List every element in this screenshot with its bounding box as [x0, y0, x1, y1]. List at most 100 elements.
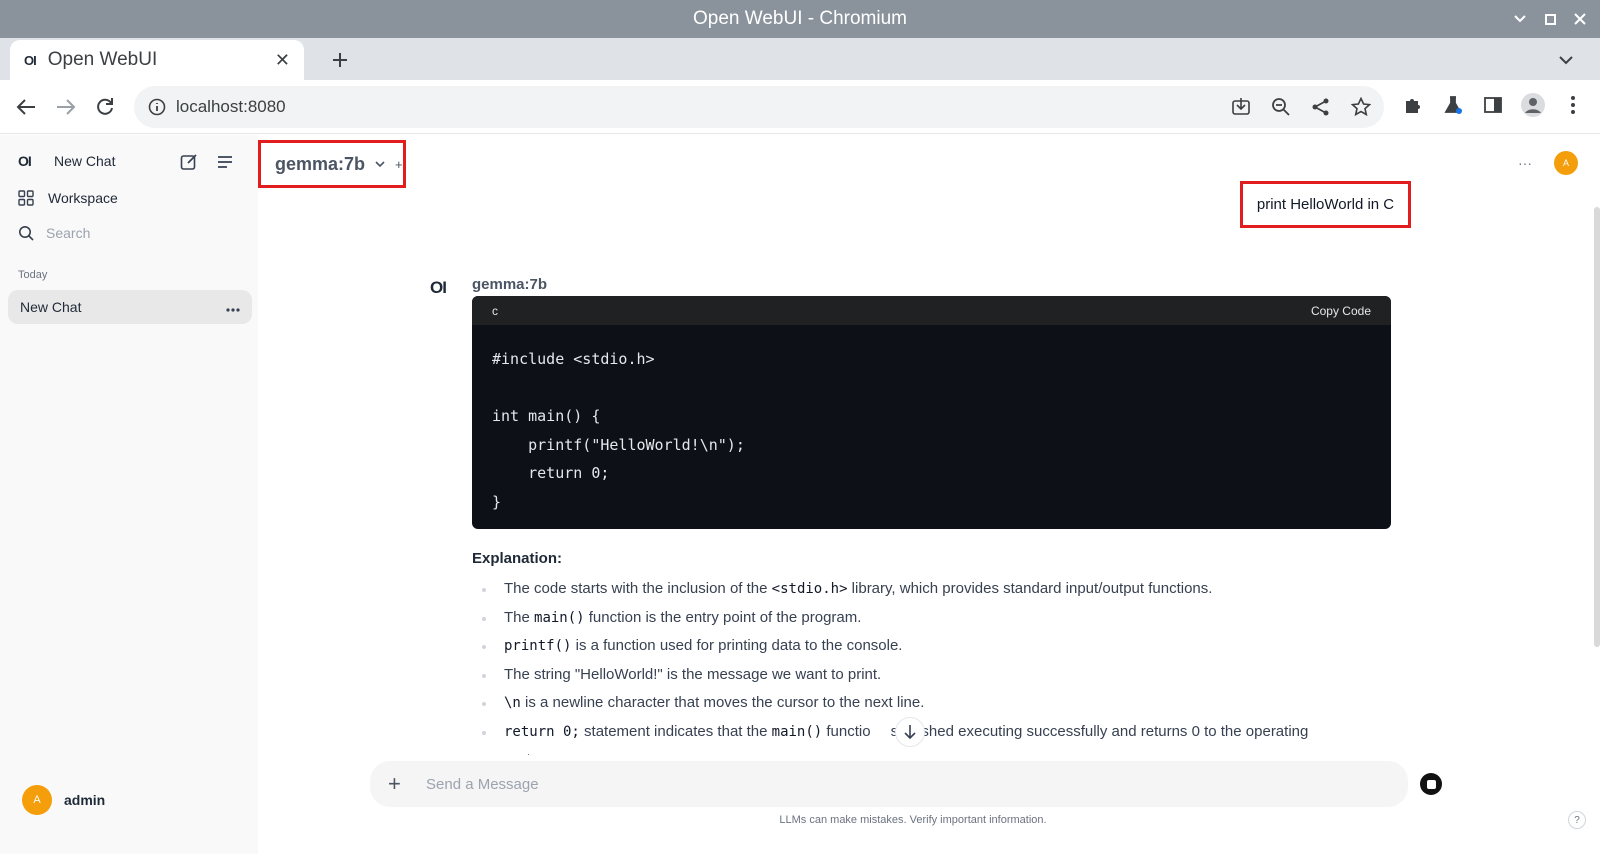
- attach-plus-icon[interactable]: +: [388, 771, 412, 797]
- inline-code: main(): [534, 609, 585, 626]
- inline-code: return 0;: [504, 723, 580, 740]
- more-options-icon[interactable]: ···: [1518, 155, 1532, 171]
- code-header: c Copy Code: [472, 296, 1391, 325]
- model-name: gemma:7b: [275, 153, 366, 174]
- close-window-icon[interactable]: [1572, 11, 1588, 27]
- minimize-icon[interactable]: [1512, 11, 1528, 27]
- user-message-text: print HelloWorld in C: [1256, 196, 1395, 213]
- arrow-down-icon: [904, 725, 916, 740]
- copy-code-button[interactable]: Copy Code: [1311, 304, 1371, 318]
- sidebar-new-chat[interactable]: OI New Chat: [18, 153, 115, 169]
- tab-title: Open WebUI: [47, 49, 158, 70]
- compose-icon[interactable]: [180, 153, 198, 176]
- chevron-down-icon: [375, 160, 385, 167]
- user-message: print HelloWorld in C: [1240, 181, 1411, 228]
- info-icon[interactable]: [148, 98, 166, 116]
- sidebar-search[interactable]: Search: [18, 225, 90, 241]
- user-name: admin: [64, 792, 106, 808]
- menu-toggle-icon[interactable]: [216, 153, 234, 176]
- explanation-heading: Explanation:: [472, 550, 563, 567]
- tab-search-button[interactable]: [1554, 48, 1578, 72]
- sidebar-actions: [180, 153, 234, 176]
- bullet-text: function is the entry point of the progr…: [584, 608, 862, 626]
- share-icon[interactable]: [1308, 94, 1334, 120]
- bullet-text: s finished executing successfully and re…: [890, 722, 1309, 740]
- new-chat-label: New Chat: [54, 153, 116, 169]
- search-input[interactable]: Search: [46, 225, 90, 241]
- kebab-menu-icon[interactable]: [1560, 92, 1586, 118]
- inline-code: <stdio.h>: [771, 581, 848, 597]
- chat-options-icon[interactable]: [226, 299, 240, 315]
- bullet-text: is a function used for printing data to …: [571, 637, 903, 654]
- list-item: The main() function is the entry point o…: [472, 604, 1402, 633]
- assistant-name: gemma:7b: [472, 276, 548, 293]
- user-avatar: A: [22, 785, 52, 815]
- section-today-label: Today: [18, 269, 48, 281]
- add-model-button[interactable]: +: [395, 157, 403, 172]
- header-avatar[interactable]: A: [1554, 151, 1578, 175]
- assistant-logo-icon: OI: [430, 278, 447, 297]
- code-language: c: [492, 303, 498, 318]
- chat-list-item[interactable]: New Chat: [8, 290, 252, 324]
- plus-icon: [333, 53, 347, 67]
- message-input[interactable]: [426, 775, 1326, 793]
- browser-toolbar: localhost:8080: [0, 80, 1600, 134]
- chevron-down-icon: [1559, 55, 1573, 64]
- chat-main: gemma:7b + ··· A print HelloWorld in C O…: [258, 135, 1600, 854]
- search-icon: [19, 226, 34, 241]
- inline-code: main(): [771, 723, 823, 740]
- extension-icons: [1400, 92, 1586, 118]
- stop-icon: [1426, 779, 1436, 789]
- omnibox-actions: [1228, 86, 1374, 128]
- message-composer: +: [370, 761, 1408, 807]
- sidebar-item-workspace[interactable]: Workspace: [18, 190, 118, 206]
- scroll-to-bottom-button[interactable]: [895, 717, 925, 747]
- bookmark-star-icon[interactable]: [1348, 94, 1374, 120]
- help-button[interactable]: ?: [1568, 811, 1586, 829]
- tab-favicon-icon: OI: [24, 52, 37, 68]
- new-tab-button[interactable]: [326, 46, 354, 74]
- list-item: The string "HelloWorld!" is the message …: [472, 661, 1402, 690]
- inline-code: \n: [504, 695, 521, 711]
- code-content: #include <stdio.h> int main() { printf("…: [492, 350, 745, 511]
- chat-title: New Chat: [20, 299, 82, 315]
- explanation-list: The code starts with the inclusion of th…: [472, 575, 1402, 774]
- browser-tab[interactable]: OI Open WebUI ✕: [10, 40, 304, 80]
- list-item: \n is a newline character that moves the…: [472, 689, 1402, 718]
- window-controls: [1512, 0, 1588, 38]
- header-actions: ··· A: [1518, 151, 1578, 175]
- back-button[interactable]: [12, 93, 40, 121]
- bullet-text: statement indicates that the: [579, 722, 772, 740]
- url-text[interactable]: localhost:8080: [176, 97, 286, 117]
- chat-scrollbar[interactable]: [1594, 207, 1600, 647]
- list-item: The code starts with the inclusion of th…: [472, 575, 1402, 604]
- bullet-text: functio: [822, 722, 871, 740]
- bullet-text: The string "HelloWorld!" is the message …: [504, 665, 882, 683]
- bullet-text: is a newline character that moves the cu…: [520, 694, 925, 711]
- tab-close-icon[interactable]: ✕: [275, 50, 290, 71]
- arrow-left-icon: [16, 99, 35, 115]
- disclaimer-text: LLMs can make mistakes. Verify important…: [779, 814, 1047, 826]
- zoom-out-icon[interactable]: [1268, 94, 1294, 120]
- reload-button[interactable]: [91, 93, 119, 121]
- profile-icon[interactable]: [1520, 92, 1546, 118]
- forward-button[interactable]: [52, 93, 80, 121]
- reload-icon: [97, 98, 113, 115]
- stop-generation-button[interactable]: [1420, 773, 1442, 795]
- install-app-icon[interactable]: [1228, 94, 1254, 120]
- address-bar[interactable]: localhost:8080: [134, 86, 1384, 128]
- openwebui-logo-icon: OI: [18, 153, 32, 169]
- side-panel-icon[interactable]: [1480, 92, 1506, 118]
- sidebar-user[interactable]: A admin: [22, 785, 105, 815]
- sidebar: OI New Chat Workspace Search Today New C…: [0, 135, 258, 854]
- window-titlebar: Open WebUI - Chromium: [0, 0, 1600, 38]
- window-title: Open WebUI - Chromium: [693, 8, 907, 29]
- bullet-text: library, which provides standard input/o…: [847, 580, 1213, 597]
- flask-icon[interactable]: [1440, 92, 1466, 118]
- arrow-right-icon: [57, 99, 76, 115]
- bullet-text: The code starts with the inclusion of th…: [504, 580, 772, 597]
- tab-strip: OI Open WebUI ✕: [0, 38, 1600, 80]
- maximize-icon[interactable]: [1542, 11, 1558, 27]
- puzzle-icon[interactable]: [1400, 92, 1426, 118]
- model-selector[interactable]: gemma:7b +: [258, 140, 406, 188]
